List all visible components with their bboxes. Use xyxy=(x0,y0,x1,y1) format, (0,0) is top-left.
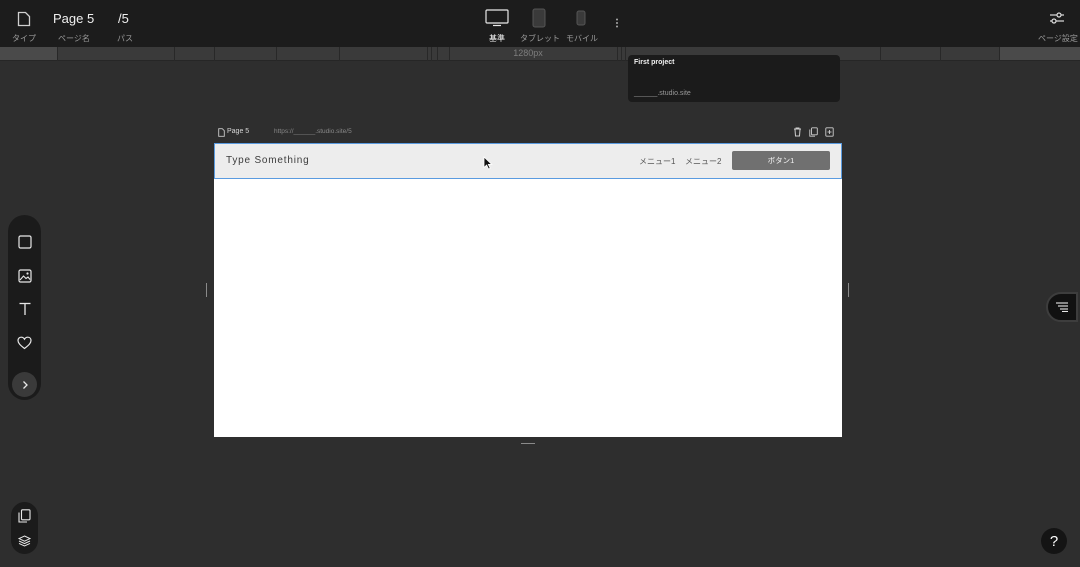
help-button[interactable]: ? xyxy=(1041,528,1067,554)
device-tablet-label: タブレット xyxy=(520,34,560,43)
pages-icon xyxy=(18,509,31,523)
path-field[interactable]: /5 パス xyxy=(115,0,140,47)
path-label: パス xyxy=(117,34,133,43)
resize-handle-left[interactable] xyxy=(206,283,207,297)
trash-icon[interactable] xyxy=(793,127,802,137)
device-tablet-button[interactable]: タブレット xyxy=(520,0,560,47)
tablet-icon xyxy=(532,8,546,28)
device-mobile-button[interactable]: モバイル xyxy=(565,0,599,47)
device-mobile-label: モバイル xyxy=(566,34,598,43)
page-settings-label: ページ設定 xyxy=(1038,34,1078,43)
sliders-icon xyxy=(1050,12,1064,24)
monitor-icon xyxy=(485,9,509,27)
site-header[interactable]: Type Something メニュー1 メニュー2 ボタン1 xyxy=(214,143,842,179)
help-icon: ? xyxy=(1049,532,1059,550)
device-desktop-button[interactable]: 基準 xyxy=(482,0,512,47)
add-box-button[interactable] xyxy=(14,231,35,252)
image-icon xyxy=(17,268,32,283)
path-value[interactable]: /5 xyxy=(118,11,129,26)
page-icon xyxy=(17,11,31,27)
site-menu-item-1[interactable]: メニュー1 xyxy=(639,156,675,167)
site-cta-button[interactable]: ボタン1 xyxy=(732,151,830,170)
project-title: First project xyxy=(634,59,675,66)
page-name-value[interactable]: Page 5 xyxy=(53,11,94,26)
add-image-button[interactable] xyxy=(14,265,35,286)
project-domain[interactable]: ______.studio.site xyxy=(634,90,691,97)
page-icon xyxy=(218,128,225,137)
ruler-width-label: 1280px xyxy=(513,48,543,58)
resize-handle-right[interactable] xyxy=(848,283,849,297)
text-icon xyxy=(19,302,30,315)
heart-icon xyxy=(17,336,32,349)
frame-url[interactable]: https://______.studio.site/5 xyxy=(274,128,352,135)
mouse-cursor-icon xyxy=(483,156,493,170)
layers-button[interactable] xyxy=(17,534,32,547)
add-text-button[interactable] xyxy=(14,298,35,319)
mobile-icon xyxy=(576,10,586,26)
expand-toolbar-button[interactable] xyxy=(12,372,37,397)
left-toolbar xyxy=(8,215,41,400)
chevron-right-icon xyxy=(22,380,28,389)
right-panel-toggle[interactable] xyxy=(1046,292,1078,322)
page-name-field[interactable]: Page 5 ページ名 xyxy=(53,0,98,47)
pages-button[interactable] xyxy=(18,509,31,523)
bottom-left-toolbar xyxy=(11,502,38,554)
more-vertical-icon xyxy=(616,18,618,28)
project-popup[interactable]: First project ______.studio.site xyxy=(628,55,840,102)
page-type-button[interactable]: タイプ xyxy=(8,0,38,47)
type-label: タイプ xyxy=(12,34,36,43)
site-menu-item-2[interactable]: メニュー2 xyxy=(685,156,721,167)
resize-handle-bottom[interactable] xyxy=(521,443,535,444)
layers-icon xyxy=(17,535,32,547)
site-cta-label: ボタン1 xyxy=(767,156,795,165)
site-logo-text[interactable]: Type Something xyxy=(226,155,309,166)
add-page-icon[interactable] xyxy=(825,127,834,137)
page-name-label: ページ名 xyxy=(58,34,90,43)
page-canvas[interactable]: Type Something メニュー1 メニュー2 ボタン1 xyxy=(214,143,842,437)
duplicate-icon[interactable] xyxy=(809,127,818,137)
box-icon xyxy=(17,234,32,249)
breakpoint-ruler[interactable]: 1280px xyxy=(0,47,1080,61)
top-bar: タイプ Page 5 ページ名 /5 パス 基準 タブレット モバイル ページ設… xyxy=(0,0,1080,47)
list-icon xyxy=(1056,302,1068,312)
more-devices-button[interactable] xyxy=(612,0,622,47)
add-favorite-button[interactable] xyxy=(14,332,35,353)
frame-bar: Page 5 https://______.studio.site/5 xyxy=(214,125,842,139)
page-settings-button[interactable]: ページ設定 xyxy=(1036,0,1078,47)
device-desktop-label: 基準 xyxy=(489,34,505,43)
frame-page-name[interactable]: Page 5 xyxy=(227,128,249,135)
